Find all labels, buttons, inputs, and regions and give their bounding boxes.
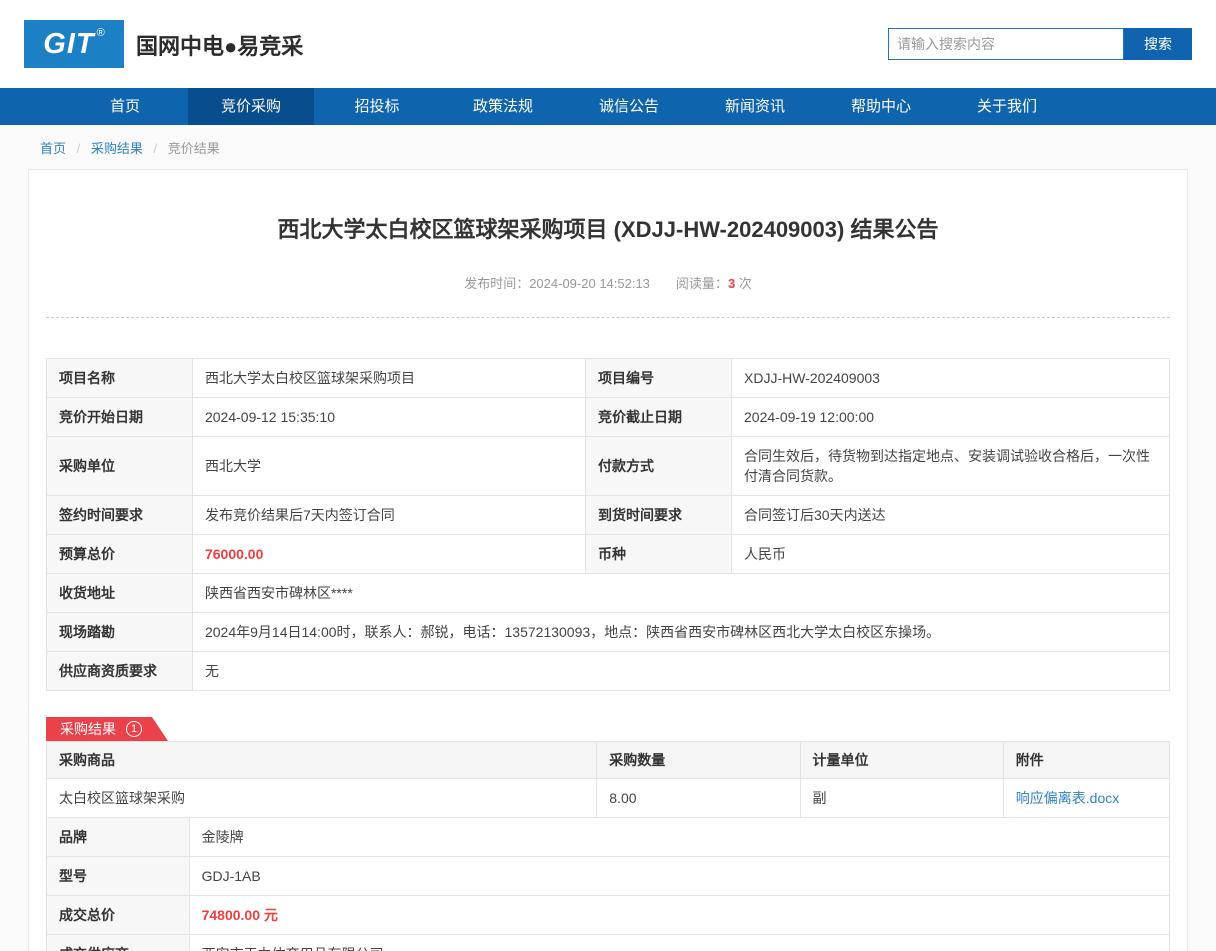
article-meta: 发布时间：2024-09-20 14:52:13 阅读量：3 次 [46,273,1170,292]
field-label: 到货时间要求 [586,496,732,535]
procurement-result-table: 采购商品 采购数量 计量单位 附件 太白校区篮球架采购 8.00 副 响应偏离表… [46,741,1170,951]
nav-item-integrity-notice[interactable]: 诚信公告 [566,88,692,125]
views-unit: 次 [739,276,752,291]
row-project-name-number: 项目名称 西北大学太白校区篮球架采购项目 项目编号 XDJJ-HW-202409… [47,359,1170,398]
views-count: 3 [728,276,735,291]
nav-item-about-us[interactable]: 关于我们 [944,88,1070,125]
field-label: 项目编号 [586,359,732,398]
field-label: 供应商资质要求 [47,652,193,691]
main-nav: 首页 竞价采购 招投标 政策法规 诚信公告 新闻资讯 帮助中心 关于我们 [0,88,1216,125]
badge-label: 采购结果 [60,719,116,739]
field-label: 现场踏勘 [47,613,193,652]
row-signing-delivery: 签约时间要求 发布竞价结果后7天内签订合同 到货时间要求 合同签订后30天内送达 [47,496,1170,535]
field-label: 收货地址 [47,574,193,613]
item-name: 太白校区篮球架采购 [47,779,597,818]
field-label: 型号 [47,857,190,896]
field-label: 签约时间要求 [47,496,193,535]
row-model: 型号 GDJ-1AB [47,857,1170,896]
breadcrumb-procurement-results[interactable]: 采购结果 [91,141,143,156]
row-deal-total-price: 成交总价 74800.00 元 [47,896,1170,935]
publish-time-value: 2024-09-20 14:52:13 [529,276,650,291]
item-quantity: 8.00 [597,779,800,818]
nav-item-news[interactable]: 新闻资讯 [692,88,818,125]
result-header-row: 采购商品 采购数量 计量单位 附件 [47,742,1170,779]
field-label: 币种 [586,535,732,574]
field-value: 合同签订后30天内送达 [732,496,1170,535]
dashed-divider [46,317,1170,318]
procurement-result-badge: 采购结果 1 [46,717,168,741]
column-header: 附件 [1003,742,1169,779]
badge-count: 1 [126,721,142,737]
field-label: 成交供应商 [47,935,190,951]
content-card: 西北大学太白校区篮球架采购项目 (XDJJ-HW-202409003) 结果公告… [28,169,1188,951]
field-value: GDJ-1AB [189,857,1169,896]
field-label: 竞价截止日期 [586,398,732,437]
logo-text: GIT [43,28,94,61]
row-supplier-qualification: 供应商资质要求 无 [47,652,1170,691]
field-label: 付款方式 [586,437,732,496]
field-value: 西北大学 [192,437,585,496]
row-brand: 品牌 金陵牌 [47,818,1170,857]
field-value: XDJJ-HW-202409003 [732,359,1170,398]
attachment-link[interactable]: 响应偏离表.docx [1016,790,1119,806]
views-label: 阅读量： [676,276,728,291]
result-item-row: 太白校区篮球架采购 8.00 副 响应偏离表.docx [47,779,1170,818]
nav-item-home[interactable]: 首页 [62,88,188,125]
site-brand-title: 国网中电●易竞采 [136,29,303,61]
search-input[interactable] [888,28,1124,60]
item-unit: 副 [800,779,1003,818]
breadcrumb-separator: / [154,141,158,156]
nav-item-tendering[interactable]: 招投标 [314,88,440,125]
column-header: 采购商品 [47,742,597,779]
deal-total-price-value: 74800.00 元 [189,896,1169,935]
field-label: 预算总价 [47,535,193,574]
publish-time-label: 发布时间： [464,276,529,291]
search-box: 搜索 [888,28,1192,60]
field-value: 发布竞价结果后7天内签订合同 [192,496,585,535]
search-button[interactable]: 搜索 [1124,28,1192,60]
field-label: 成交总价 [47,896,190,935]
project-info-table: 项目名称 西北大学太白校区篮球架采购项目 项目编号 XDJJ-HW-202409… [46,358,1170,691]
registered-trademark-icon: ® [97,27,105,39]
breadcrumb-current: 竞价结果 [168,141,220,156]
row-budget-currency: 预算总价 76000.00 币种 人民币 [47,535,1170,574]
breadcrumb-separator: / [77,141,81,156]
nav-item-help-center[interactable]: 帮助中心 [818,88,944,125]
breadcrumb-home[interactable]: 首页 [40,141,66,156]
row-bidding-dates: 竞价开始日期 2024-09-12 15:35:10 竞价截止日期 2024-0… [47,398,1170,437]
field-value: 2024年9月14日14:00时，联系人：郝锐，电话：13572130093，地… [192,613,1169,652]
column-header: 计量单位 [800,742,1003,779]
field-value: 西北大学太白校区篮球架采购项目 [192,359,585,398]
nav-item-bidding-procurement[interactable]: 竞价采购 [188,88,314,125]
field-value: 合同生效后，待货物到达指定地点、安装调试验收合格后，一次性付清合同货款。 [732,437,1170,496]
field-label: 采购单位 [47,437,193,496]
budget-total-value: 76000.00 [192,535,585,574]
page-title: 西北大学太白校区篮球架采购项目 (XDJJ-HW-202409003) 结果公告 [46,170,1170,244]
breadcrumb: 首页 / 采购结果 / 竞价结果 [0,125,1216,169]
field-value: 陕西省西安市碑林区**** [192,574,1169,613]
site-logo[interactable]: GIT ® [24,20,124,68]
row-winning-supplier: 成交供应商 西安市天力体育用品有限公司 [47,935,1170,951]
row-delivery-address: 收货地址 陕西省西安市碑林区**** [47,574,1170,613]
row-site-survey: 现场踏勘 2024年9月14日14:00时，联系人：郝锐，电话：13572130… [47,613,1170,652]
field-label: 品牌 [47,818,190,857]
row-purchaser-payment: 采购单位 西北大学 付款方式 合同生效后，待货物到达指定地点、安装调试验收合格后… [47,437,1170,496]
top-header: GIT ® 国网中电●易竞采 搜索 [0,0,1216,88]
nav-item-policies[interactable]: 政策法规 [440,88,566,125]
field-value: 金陵牌 [189,818,1169,857]
field-value: 西安市天力体育用品有限公司 [189,935,1169,951]
field-value: 2024-09-12 15:35:10 [192,398,585,437]
field-label: 竞价开始日期 [47,398,193,437]
field-label: 项目名称 [47,359,193,398]
field-value: 人民币 [732,535,1170,574]
column-header: 采购数量 [597,742,800,779]
field-value: 2024-09-19 12:00:00 [732,398,1170,437]
field-value: 无 [192,652,1169,691]
